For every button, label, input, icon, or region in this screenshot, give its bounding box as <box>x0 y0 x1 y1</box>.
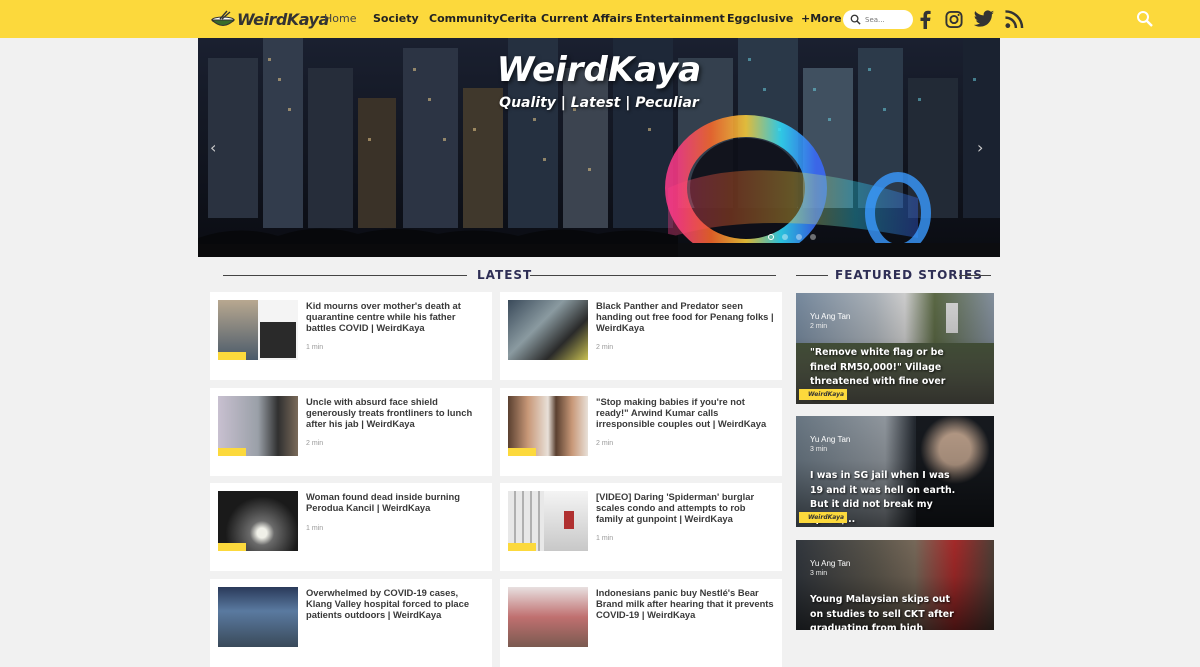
featured-heading: FEATURED STORIES <box>796 268 994 284</box>
latest-heading-label: LATEST <box>477 268 533 282</box>
read-time: 2 min <box>810 323 828 330</box>
article-thumbnail <box>508 587 588 647</box>
nav-eggclusive[interactable]: Eggclusive <box>727 12 793 25</box>
slider-dots <box>768 234 816 240</box>
read-time: 3 min <box>810 570 828 577</box>
weirdkaya-badge <box>218 352 246 360</box>
heading-divider <box>959 275 991 276</box>
slider-dot[interactable] <box>768 234 774 240</box>
nav-society[interactable]: Society <box>373 12 419 25</box>
weirdkaya-badge <box>218 448 246 456</box>
logo-text: WeirdKaya <box>237 9 329 29</box>
latest-heading: LATEST <box>223 268 776 284</box>
nav-home[interactable]: Home <box>324 12 356 25</box>
article-card[interactable]: "Stop making babies if you're not ready!… <box>500 388 782 476</box>
article-thumbnail <box>508 396 588 456</box>
article-thumbnail <box>218 300 298 360</box>
article-thumbnail <box>218 491 298 551</box>
slider-dot[interactable] <box>782 234 788 240</box>
heading-divider <box>223 275 467 276</box>
article-title[interactable]: Indonesians panic buy Nestlé's Bear Bran… <box>596 587 774 620</box>
nav-more[interactable]: +More <box>801 12 842 25</box>
article-card[interactable]: Black Panther and Predator seen handing … <box>500 292 782 380</box>
article-thumbnail <box>218 587 298 647</box>
read-time: 3 min <box>810 446 828 453</box>
article-thumbnail <box>218 396 298 456</box>
nav-communitycerita[interactable]: CommunityCerita <box>429 12 537 25</box>
article-thumbnail <box>508 300 588 360</box>
article-card[interactable]: Kid mourns over mother's death at quaran… <box>210 292 492 380</box>
weirdkaya-badge <box>218 543 246 551</box>
article-card[interactable]: Woman found dead inside burning Perodua … <box>210 483 492 571</box>
search-icon <box>850 14 861 25</box>
article-title[interactable]: [VIDEO] Daring 'Spiderman' burglar scale… <box>596 491 774 524</box>
read-time: 1 min <box>596 535 614 542</box>
read-time: 2 min <box>306 440 324 447</box>
nav-search-box[interactable] <box>843 10 913 29</box>
article-title[interactable]: Uncle with absurd face shield generously… <box>306 396 484 429</box>
story-author: Yu Ang Tan <box>810 559 851 568</box>
weirdkaya-badge: WeirdKaya <box>799 389 847 400</box>
read-time: 2 min <box>596 440 614 447</box>
search-toggle-icon[interactable] <box>1136 10 1154 28</box>
heading-divider <box>530 275 776 276</box>
weirdkaya-badge <box>508 543 536 551</box>
article-title[interactable]: Kid mourns over mother's death at quaran… <box>306 300 484 333</box>
article-card[interactable]: Indonesians panic buy Nestlé's Bear Bran… <box>500 579 782 667</box>
read-time: 1 min <box>306 344 324 351</box>
read-time: 2 min <box>596 344 614 351</box>
article-card[interactable]: [VIDEO] Daring 'Spiderman' burglar scale… <box>500 483 782 571</box>
top-navbar: WeirdKaya Home Society CommunityCerita C… <box>0 0 1200 38</box>
story-title[interactable]: Young Malaysian skips out on studies to … <box>810 593 960 630</box>
article-title[interactable]: "Stop making babies if you're not ready!… <box>596 396 774 429</box>
read-time: 1 min <box>306 525 324 532</box>
article-title[interactable]: Black Panther and Predator seen handing … <box>596 300 774 333</box>
rss-icon[interactable] <box>1004 10 1024 29</box>
search-input[interactable] <box>865 14 907 25</box>
article-card[interactable]: Uncle with absurd face shield generously… <box>210 388 492 476</box>
hero-subtitle: Quality | Latest | Peculiar <box>499 95 699 111</box>
story-author: Yu Ang Tan <box>810 312 851 321</box>
nav-entertainment[interactable]: Entertainment <box>635 12 725 25</box>
featured-story-card[interactable]: Yu Ang Tan 3 min I was in SG jail when I… <box>796 416 994 527</box>
featured-story-card[interactable]: Yu Ang Tan 2 min "Remove white flag or b… <box>796 293 994 404</box>
weirdkaya-badge: WeirdKaya <box>799 512 847 523</box>
nav-current-affairs[interactable]: Current Affairs <box>541 12 633 25</box>
weirdkaya-badge <box>508 448 536 456</box>
hero-title: WeirdKaya <box>496 50 702 90</box>
facebook-icon[interactable] <box>918 10 932 30</box>
slider-dot[interactable] <box>810 234 816 240</box>
slider-dot[interactable] <box>796 234 802 240</box>
article-card[interactable]: Overwhelmed by COVID-19 cases, Klang Val… <box>210 579 492 667</box>
hero-slider[interactable]: WeirdKaya Quality | Latest | Peculiar ‹ … <box>198 38 1000 257</box>
article-thumbnail <box>508 491 588 551</box>
article-title[interactable]: Overwhelmed by COVID-19 cases, Klang Val… <box>306 587 484 620</box>
featured-story-card[interactable]: Yu Ang Tan 3 min Young Malaysian skips o… <box>796 540 994 630</box>
slider-next-arrow-icon[interactable]: › <box>977 138 989 157</box>
site-logo[interactable]: WeirdKaya <box>210 7 329 31</box>
bowl-logo-icon <box>210 9 236 29</box>
instagram-icon[interactable] <box>944 10 964 29</box>
slider-prev-arrow-icon[interactable]: ‹ <box>210 138 222 157</box>
twitter-icon[interactable] <box>973 10 995 29</box>
heading-divider <box>796 275 828 276</box>
story-author: Yu Ang Tan <box>810 435 851 444</box>
article-title[interactable]: Woman found dead inside burning Perodua … <box>306 491 484 513</box>
